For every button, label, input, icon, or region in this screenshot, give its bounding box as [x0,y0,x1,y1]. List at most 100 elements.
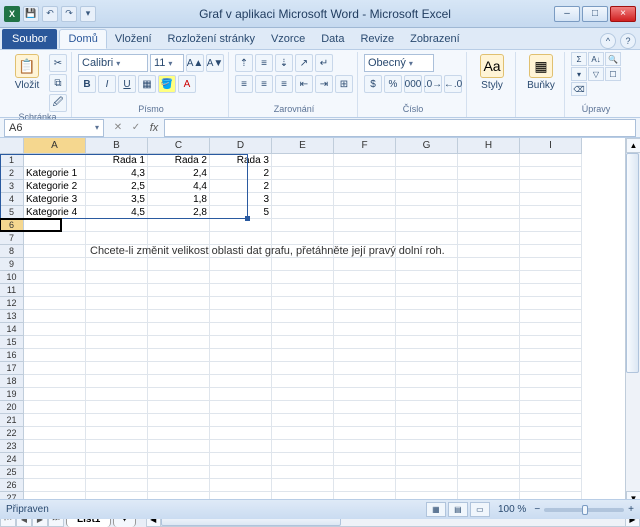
cell[interactable]: 4,5 [86,206,148,219]
cell[interactable]: Řada 2 [148,154,210,167]
cancel-formula-icon[interactable]: ✕ [110,120,126,136]
bold-button[interactable]: B [78,75,96,93]
fill-icon[interactable]: ▾ [571,67,587,81]
align-middle-icon[interactable]: ≡ [255,54,273,72]
cell[interactable] [24,414,86,427]
cell[interactable]: 2,5 [86,180,148,193]
name-box[interactable]: A6▾ [4,119,104,137]
cell[interactable] [396,375,458,388]
cell[interactable] [272,349,334,362]
align-left-icon[interactable]: ≡ [235,75,253,93]
cell[interactable] [458,388,520,401]
cell[interactable] [272,180,334,193]
select-icon[interactable]: ☐ [605,67,621,81]
row-header[interactable]: 8 [0,245,24,258]
find-icon[interactable]: 🔍 [605,52,621,66]
view-normal-icon[interactable]: ▦ [426,502,446,517]
cell[interactable] [86,440,148,453]
cell[interactable]: Kategorie 4 [24,206,86,219]
row-header[interactable]: 2 [0,167,24,180]
cell[interactable] [396,271,458,284]
paste-button[interactable]: 📋 Vložit [8,52,46,91]
decrease-font-icon[interactable]: A▼ [206,54,224,72]
styles-button[interactable]: AaStyly [473,52,511,91]
accounting-format-icon[interactable]: $ [364,75,382,93]
cell[interactable] [272,362,334,375]
cell[interactable] [334,440,396,453]
cell[interactable] [520,284,582,297]
cell[interactable] [520,375,582,388]
cell[interactable] [272,284,334,297]
cell[interactable] [396,193,458,206]
maximize-button[interactable]: □ [582,6,608,22]
cell[interactable] [24,297,86,310]
cell[interactable] [334,427,396,440]
cell[interactable]: Řada 3 [210,154,272,167]
cell[interactable] [86,401,148,414]
cell[interactable] [334,362,396,375]
ribbon-tab-revize[interactable]: Revize [352,29,402,49]
cell[interactable] [272,479,334,492]
cell[interactable] [334,336,396,349]
filter-icon[interactable]: ▽ [588,67,604,81]
cell[interactable] [458,167,520,180]
cell[interactable] [458,323,520,336]
cell[interactable] [24,453,86,466]
cell[interactable] [458,479,520,492]
cell[interactable] [86,388,148,401]
cell[interactable] [86,284,148,297]
cell[interactable] [24,388,86,401]
close-button[interactable]: × [610,6,636,22]
cell[interactable]: 4,3 [86,167,148,180]
cell[interactable] [396,206,458,219]
row-header[interactable]: 13 [0,310,24,323]
cell[interactable] [458,375,520,388]
row-header[interactable]: 6 [0,219,24,232]
cell[interactable] [334,453,396,466]
row-header[interactable]: 4 [0,193,24,206]
row-header[interactable]: 23 [0,440,24,453]
cell[interactable] [24,284,86,297]
column-header[interactable]: I [520,138,582,154]
cell[interactable] [86,362,148,375]
format-painter-icon[interactable]: 🖉 [49,94,67,112]
cell[interactable] [86,453,148,466]
minimize-button[interactable]: – [554,6,580,22]
row-header[interactable]: 22 [0,427,24,440]
column-header[interactable]: F [334,138,396,154]
cell[interactable]: 4,4 [148,180,210,193]
cell[interactable] [396,440,458,453]
cell[interactable] [334,349,396,362]
cell[interactable] [458,284,520,297]
cell[interactable] [396,362,458,375]
cell[interactable] [520,271,582,284]
cell[interactable] [520,193,582,206]
view-layout-icon[interactable]: ▤ [448,502,468,517]
zoom-slider[interactable] [544,508,624,512]
cell[interactable] [396,180,458,193]
cell[interactable] [148,310,210,323]
cell[interactable] [24,349,86,362]
cell[interactable] [520,336,582,349]
italic-button[interactable]: I [98,75,116,93]
cell[interactable] [396,349,458,362]
cell[interactable] [86,336,148,349]
orientation-icon[interactable]: ↗ [295,54,313,72]
cell[interactable] [210,349,272,362]
cell[interactable] [148,427,210,440]
cell[interactable] [148,388,210,401]
cell[interactable] [520,362,582,375]
cell[interactable] [396,414,458,427]
cell[interactable] [520,453,582,466]
cell[interactable] [334,154,396,167]
autosum-icon[interactable]: Σ [571,52,587,66]
row-header[interactable]: 24 [0,453,24,466]
font-name-combo[interactable]: Calibri▾ [78,54,148,72]
cell[interactable] [86,297,148,310]
underline-button[interactable]: U [118,75,136,93]
cell[interactable] [334,232,396,245]
cell[interactable] [148,232,210,245]
cell[interactable] [458,154,520,167]
cell[interactable] [86,349,148,362]
cell[interactable] [334,271,396,284]
